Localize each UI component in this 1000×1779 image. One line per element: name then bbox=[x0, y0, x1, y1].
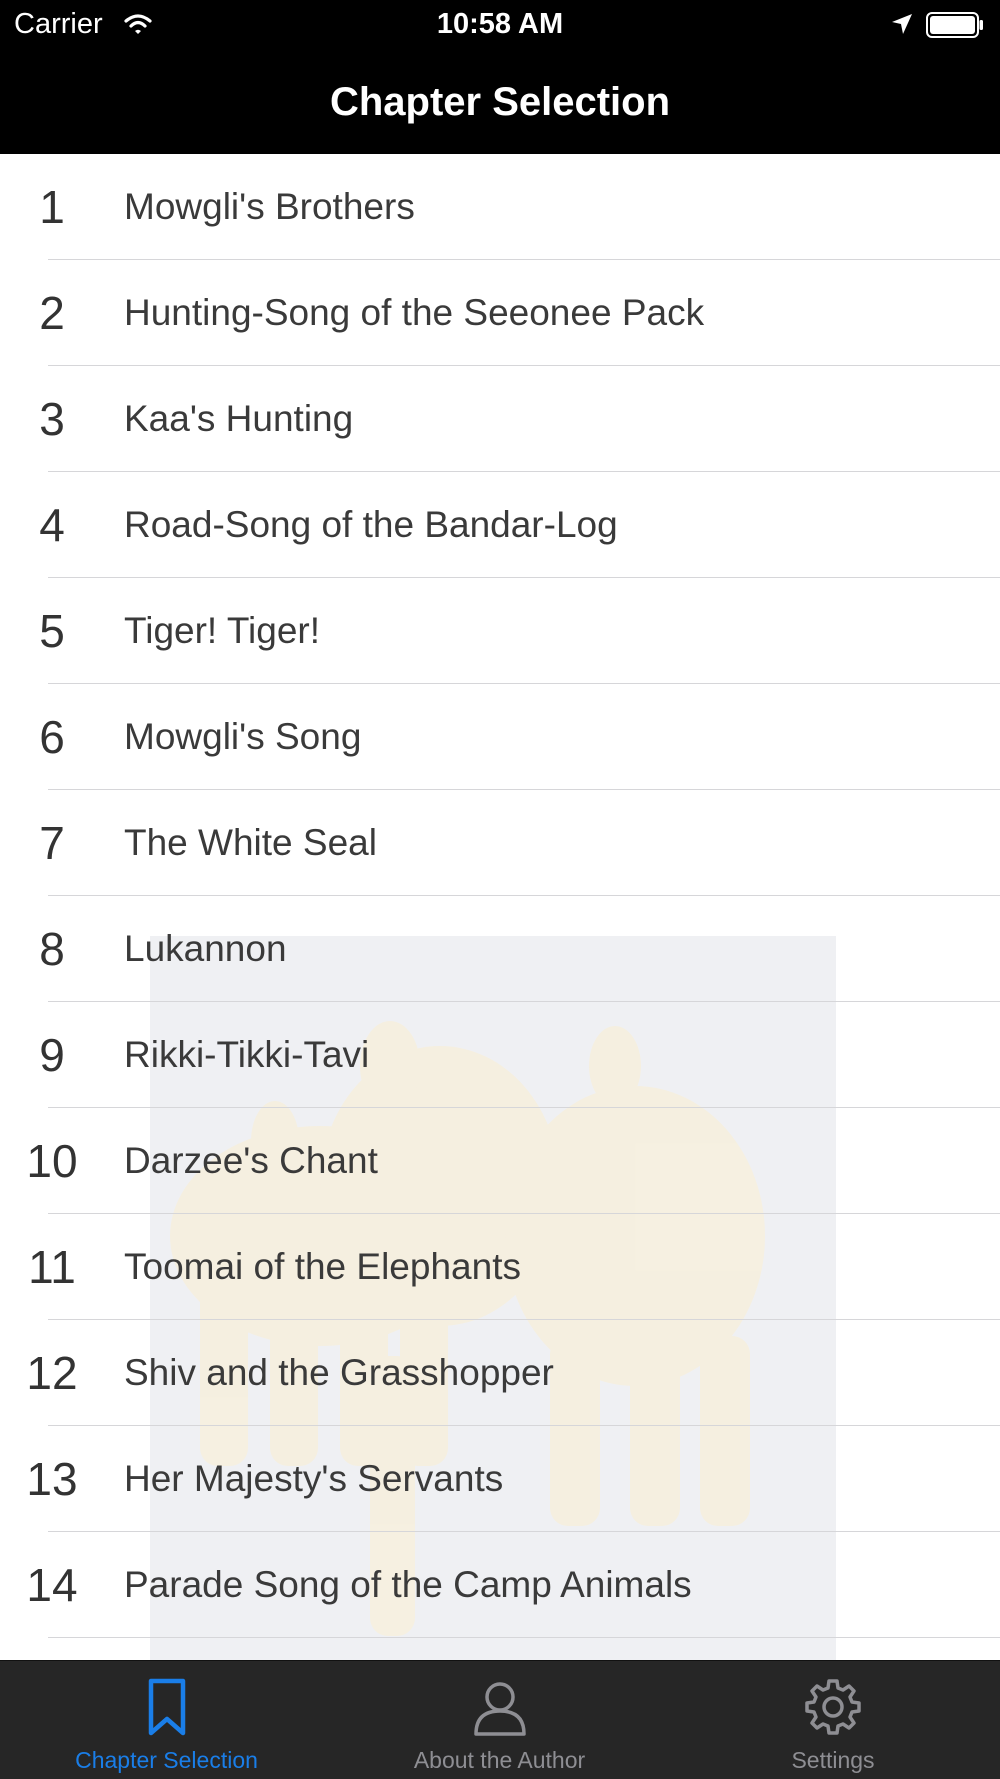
row-divider bbox=[48, 1637, 1000, 1638]
chapter-row[interactable]: 4 Road-Song of the Bandar-Log bbox=[0, 472, 1000, 578]
chapter-number: 7 bbox=[39, 817, 65, 869]
tab-label: Settings bbox=[791, 1747, 875, 1773]
chapter-row[interactable]: 13 Her Majesty's Servants bbox=[0, 1426, 1000, 1532]
tab-chapter-selection[interactable]: Chapter Selection bbox=[0, 1661, 333, 1779]
chapter-number: 3 bbox=[39, 393, 65, 445]
chapter-number: 2 bbox=[39, 287, 65, 339]
chapter-row[interactable]: 5 Tiger! Tiger! bbox=[0, 578, 1000, 684]
chapter-title: Kaa's Hunting bbox=[124, 398, 354, 439]
tab-label: Chapter Selection bbox=[75, 1747, 258, 1773]
chapter-number: 13 bbox=[26, 1453, 78, 1505]
chapter-title: Darzee's Chant bbox=[124, 1140, 378, 1181]
location-arrow-icon bbox=[892, 14, 912, 34]
chapter-number: 10 bbox=[26, 1135, 78, 1187]
chapter-row[interactable]: 3 Kaa's Hunting bbox=[0, 366, 1000, 472]
chapter-row[interactable]: 1 Mowgli's Brothers bbox=[0, 154, 1000, 260]
chapter-title: Toomai of the Elephants bbox=[124, 1246, 521, 1287]
chapter-number: 11 bbox=[28, 1241, 76, 1293]
chapter-row[interactable]: 2 Hunting-Song of the Seeonee Pack bbox=[0, 260, 1000, 366]
chapter-title: Her Majesty's Servants bbox=[124, 1458, 504, 1499]
status-time: 10:58 AM bbox=[436, 8, 564, 40]
chapter-title: Tiger! Tiger! bbox=[124, 610, 321, 651]
chapter-title: Shiv and the Grasshopper bbox=[124, 1352, 554, 1393]
tab-settings[interactable]: Settings bbox=[666, 1661, 1000, 1779]
gear-icon bbox=[805, 1679, 861, 1735]
chapter-number: 14 bbox=[26, 1559, 78, 1611]
chapter-row[interactable]: 14 Parade Song of the Camp Animals bbox=[0, 1532, 1000, 1638]
chapter-row[interactable]: 9 Rikki-Tikki-Tavi bbox=[0, 1002, 1000, 1108]
chapter-title: Parade Song of the Camp Animals bbox=[124, 1564, 692, 1605]
navigation-bar: Chapter Selection bbox=[0, 50, 1000, 154]
chapter-title: Mowgli's Song bbox=[124, 716, 362, 757]
chapter-number: 1 bbox=[39, 181, 65, 233]
chapter-number: 9 bbox=[39, 1029, 65, 1081]
chapter-row[interactable]: 6 Mowgli's Song bbox=[0, 684, 1000, 790]
battery-icon bbox=[926, 12, 983, 38]
chapter-list[interactable]: 1 Mowgli's Brothers 2 Hunting-Song of th… bbox=[0, 154, 1000, 1660]
chapter-title: Road-Song of the Bandar-Log bbox=[124, 504, 618, 545]
chapter-title: Lukannon bbox=[124, 928, 287, 969]
chapter-number: 4 bbox=[39, 499, 65, 551]
chapter-row[interactable]: 7 The White Seal bbox=[0, 790, 1000, 896]
tab-label: About the Author bbox=[413, 1747, 586, 1773]
bookmark-icon bbox=[148, 1678, 185, 1736]
chapter-title: Hunting-Song of the Seeonee Pack bbox=[124, 292, 705, 333]
chapter-number: 6 bbox=[39, 711, 65, 763]
chapter-row[interactable]: 10 Darzee's Chant bbox=[0, 1108, 1000, 1214]
tab-bar: Chapter Selection About the Author Setti… bbox=[0, 1660, 1000, 1779]
tab-about-the-author[interactable]: About the Author bbox=[333, 1661, 666, 1779]
chapter-title: The White Seal bbox=[124, 822, 377, 863]
chapter-row[interactable]: 8 Lukannon bbox=[0, 896, 1000, 1002]
person-icon bbox=[473, 1682, 526, 1736]
page-title: Chapter Selection bbox=[329, 80, 671, 124]
chapter-number: 8 bbox=[39, 923, 65, 975]
chapter-number: 5 bbox=[39, 605, 65, 657]
chapter-title: Rikki-Tikki-Tavi bbox=[124, 1034, 370, 1075]
chapter-row[interactable]: 12 Shiv and the Grasshopper bbox=[0, 1320, 1000, 1426]
chapter-number: 12 bbox=[26, 1347, 78, 1399]
chapter-title: Mowgli's Brothers bbox=[124, 186, 415, 227]
chapter-row[interactable]: 11 Toomai of the Elephants bbox=[0, 1214, 1000, 1320]
status-bar: Carrier 10:58 AM bbox=[0, 0, 1000, 50]
